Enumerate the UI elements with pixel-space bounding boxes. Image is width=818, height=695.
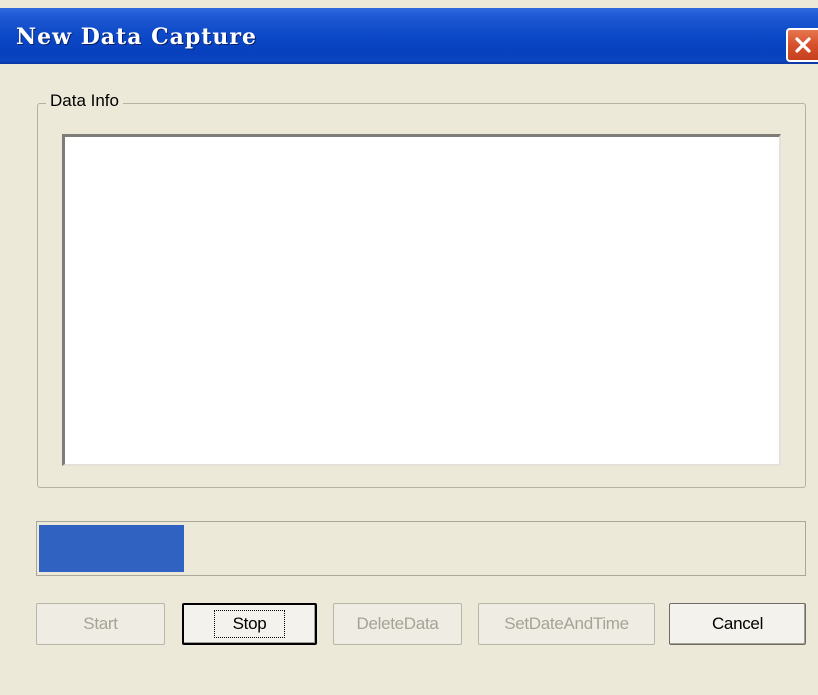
stop-button-label: Stop: [213, 610, 286, 638]
stop-button[interactable]: Stop: [182, 603, 317, 645]
start-button-label: Start: [83, 614, 118, 633]
cancel-button-label: Cancel: [711, 614, 764, 633]
delete-data-button[interactable]: DeleteData: [333, 603, 462, 645]
start-button[interactable]: Start: [36, 603, 165, 645]
progress-fill: [39, 525, 184, 572]
delete-data-button-label: DeleteData: [356, 614, 439, 633]
set-date-time-button-label: SetDateAndTime: [504, 614, 629, 633]
cancel-button[interactable]: Cancel: [669, 603, 806, 645]
window-title: New Data Capture: [16, 24, 258, 50]
set-date-time-button[interactable]: SetDateAndTime: [478, 603, 655, 645]
data-info-textbox[interactable]: [62, 134, 781, 466]
title-bar[interactable]: New Data Capture: [0, 8, 818, 64]
capture-progress-bar: [36, 521, 806, 576]
close-button[interactable]: [786, 28, 818, 62]
close-x-icon: [793, 35, 813, 55]
data-info-label: Data Info: [46, 91, 123, 111]
dialog-window: New Data Capture Data Info Start Stop De…: [0, 0, 818, 695]
